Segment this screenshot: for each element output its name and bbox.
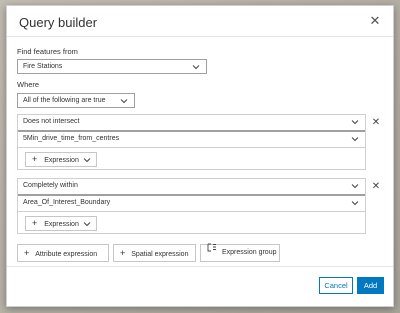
plus-icon: + [120,248,126,258]
dialog-footer: Cancel Add [7,266,393,306]
add-spatial-expression-label: Spatial expression [131,251,189,258]
remove-expression-2-icon[interactable]: ✕ [371,182,381,192]
expression-button-label: Expression [44,221,79,228]
cancel-button[interactable]: Cancel [319,277,353,294]
chevron-down-icon [351,135,359,143]
close-icon[interactable]: ✕ [369,14,381,27]
layer-select[interactable]: Fire Stations [17,59,207,74]
target-layer-select[interactable]: Area_Of_Interest_Boundary [18,195,365,211]
expression-button[interactable]: + Expression [25,216,97,231]
chevron-down-icon [120,97,128,105]
relation-select-value: Does not intersect [23,118,80,125]
relation-select[interactable]: Does not intersect [18,115,365,131]
spatial-expression-1: Does not intersect 5Min_drive_time_from_… [17,114,366,170]
chevron-down-icon [351,199,359,207]
plus-icon: + [32,154,38,164]
spatial-expression-2: Completely within Area_Of_Interest_Bound… [17,178,366,234]
add-button[interactable]: Add [357,277,384,294]
dialog-header: Query builder ✕ [7,6,393,37]
expression-group-icon [207,243,217,259]
plus-icon: + [24,248,30,258]
add-attribute-expression-button[interactable]: + Attribute expression [17,244,109,262]
remove-expression-1-icon[interactable]: ✕ [371,118,381,128]
expression-button[interactable]: + Expression [25,152,97,167]
target-layer-select[interactable]: 5Min_drive_time_from_centres [18,131,365,147]
chevron-down-icon [192,63,200,71]
dialog-body: Find features from Fire Stations Where A… [7,37,393,268]
match-select-value: All of the following are true [23,97,106,104]
add-expression-group-label: Expression group [222,249,277,256]
where-label: Where [17,80,40,89]
chevron-down-icon [351,182,359,190]
layer-select-value: Fire Stations [23,63,63,70]
find-features-label: Find features from [17,47,78,56]
dialog-title: Query builder [19,15,98,30]
query-builder-dialog: Query builder ✕ Find features from Fire … [6,5,394,307]
add-spatial-expression-button[interactable]: + Spatial expression [113,244,196,262]
chevron-down-icon [83,220,91,228]
target-layer-value: Area_Of_Interest_Boundary [23,199,111,206]
expression-button-label: Expression [44,157,79,164]
expression-area: + Expression [18,211,365,233]
plus-icon: + [32,218,38,228]
target-layer-value: 5Min_drive_time_from_centres [23,135,120,142]
relation-select-value: Completely within [23,182,78,189]
chevron-down-icon [83,156,91,164]
match-select[interactable]: All of the following are true [17,93,135,108]
relation-select[interactable]: Completely within [18,179,365,195]
chevron-down-icon [351,118,359,126]
expression-area: + Expression [18,147,365,169]
add-expression-group-button[interactable]: Expression group [200,243,280,262]
add-attribute-expression-label: Attribute expression [35,251,98,258]
